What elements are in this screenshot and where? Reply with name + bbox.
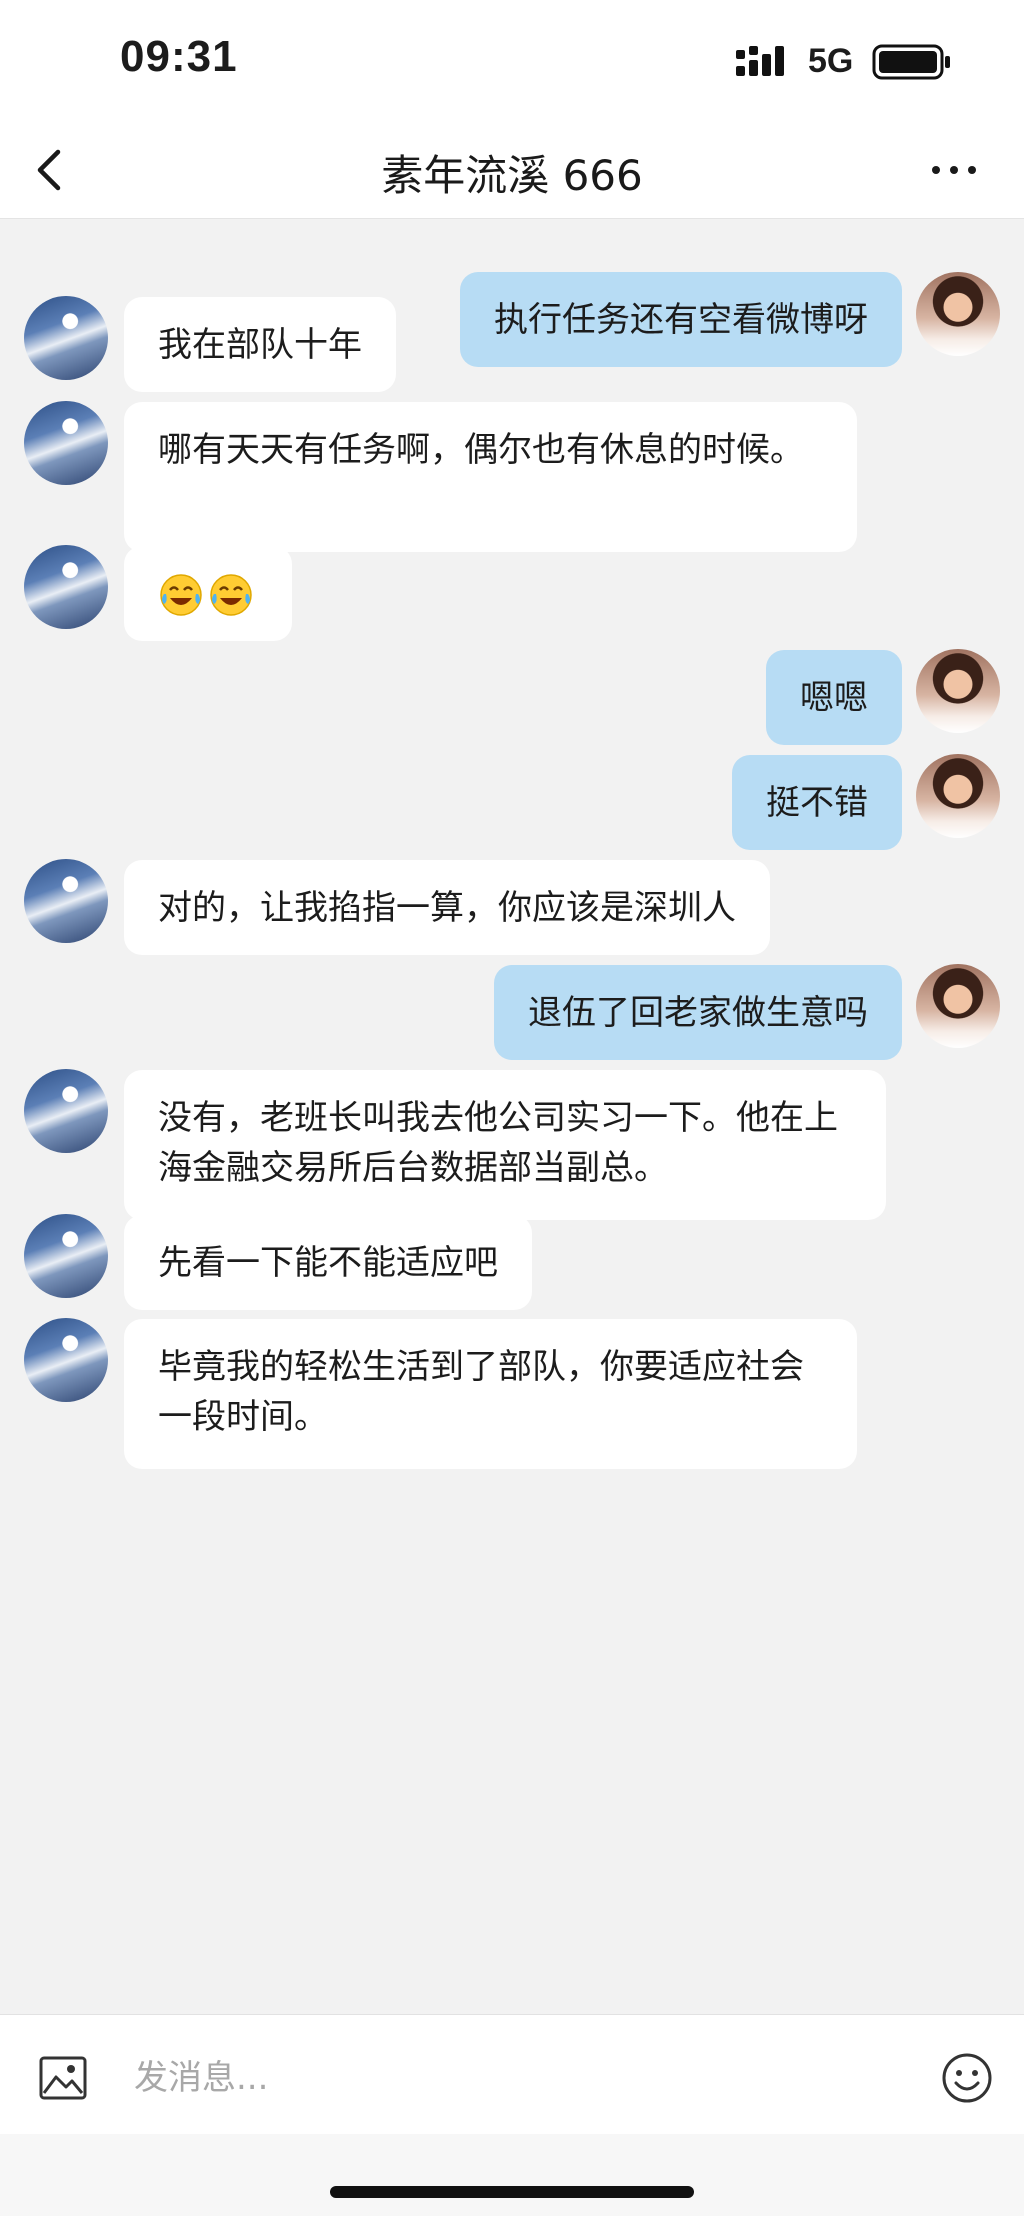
received-emoji-bubble[interactable] (124, 546, 292, 641)
received-message-bubble[interactable]: 先看一下能不能适应吧 (124, 1215, 532, 1310)
message-input[interactable] (132, 2045, 916, 2111)
contact-avatar[interactable] (24, 545, 108, 629)
contact-avatar[interactable] (24, 296, 108, 380)
sent-message-bubble[interactable]: 嗯嗯 (766, 650, 902, 745)
laughing-crying-emoji-icon (210, 573, 252, 616)
home-indicator-area (0, 2134, 1024, 2216)
contact-avatar[interactable] (24, 401, 108, 485)
laughing-crying-emoji-icon (160, 573, 202, 616)
own-avatar[interactable] (916, 272, 1000, 356)
image-icon[interactable] (38, 2053, 88, 2103)
contact-avatar[interactable] (24, 859, 108, 943)
contact-avatar[interactable] (24, 1318, 108, 1402)
contact-avatar[interactable] (24, 1214, 108, 1298)
own-avatar[interactable] (916, 754, 1000, 838)
received-message-bubble[interactable]: 没有，老班长叫我去他公司实习一下。他在上海金融交易所后台数据部当副总。 (124, 1070, 886, 1220)
signal-bars-icon (736, 46, 784, 76)
status-bar: 09:31 5G (0, 0, 1024, 124)
own-avatar[interactable] (916, 649, 1000, 733)
received-message-bubble[interactable]: 对的，让我掐指一算，你应该是深圳人 (124, 860, 770, 955)
sent-message-bubble[interactable]: 执行任务还有空看微博呀 (460, 272, 902, 367)
contact-avatar[interactable] (24, 1069, 108, 1153)
sent-message-bubble[interactable]: 挺不错 (732, 755, 902, 850)
received-message-bubble[interactable]: 毕竟我的轻松生活到了部队，你要适应社会一段时间。 (124, 1319, 857, 1469)
chat-title: 素年流溪 666 (381, 151, 643, 200)
chat-header: 素年流溪 666 (0, 124, 1024, 219)
message-list[interactable]: 执行任务还有空看微博呀 我在部队十年 哪有天天有任务啊，偶尔也有休息的时候。 嗯… (0, 219, 1024, 2014)
network-type-label: 5G (808, 42, 854, 80)
sent-message-bubble[interactable]: 退伍了回老家做生意吗 (494, 965, 902, 1060)
received-message-bubble[interactable]: 我在部队十年 (124, 297, 396, 392)
received-message-bubble[interactable]: 哪有天天有任务啊，偶尔也有休息的时候。 (124, 402, 857, 552)
message-input-bar (0, 2014, 1024, 2135)
battery-icon (872, 44, 950, 80)
smiley-icon[interactable] (940, 2051, 994, 2105)
status-time: 09:31 (120, 32, 238, 81)
more-dots-icon[interactable] (924, 150, 984, 190)
home-indicator[interactable] (330, 2186, 694, 2198)
own-avatar[interactable] (916, 964, 1000, 1048)
